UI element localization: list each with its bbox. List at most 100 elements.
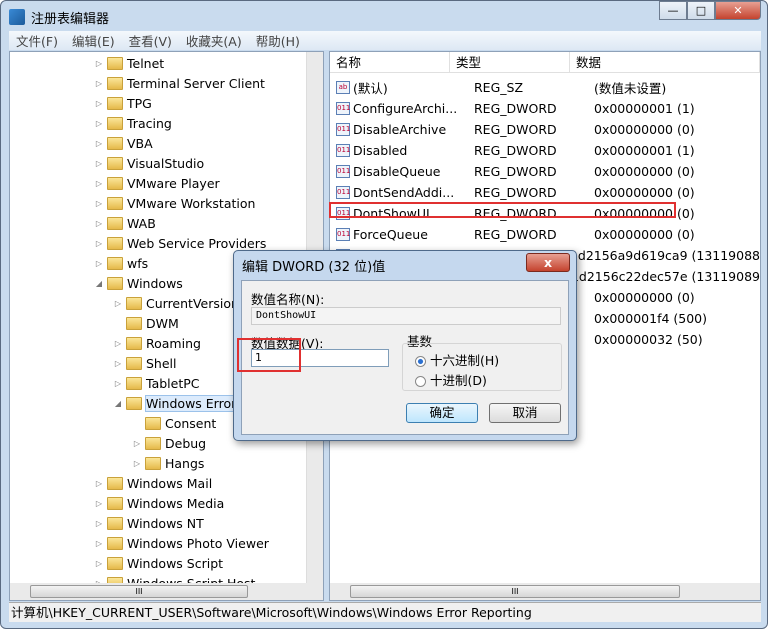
- expander-icon[interactable]: ▷: [94, 99, 104, 108]
- menu-item[interactable]: 文件(F): [9, 31, 65, 50]
- regedit-icon: [9, 9, 25, 25]
- expander-icon[interactable]: ▷: [94, 179, 104, 188]
- tree-item[interactable]: ▷ VisualStudio: [94, 153, 204, 173]
- expander-icon[interactable]: ▷: [94, 559, 104, 568]
- expander-icon[interactable]: ▷: [94, 79, 104, 88]
- tree-item-label: DWM: [146, 315, 179, 331]
- tree-item-label: VMware Player: [127, 175, 220, 191]
- value-row[interactable]: 011 DisableArchive REG_DWORD 0x00000000 (0): [330, 119, 760, 140]
- ok-button[interactable]: 确定: [406, 403, 478, 423]
- column-name[interactable]: 名称: [330, 52, 450, 72]
- close-button[interactable]: ✕: [715, 1, 761, 20]
- tree-item[interactable]: ▷ WAB: [94, 213, 156, 233]
- tree-item[interactable]: DWM: [113, 313, 179, 333]
- tree-item[interactable]: ▷ Terminal Server Client: [94, 73, 265, 93]
- minimize-button[interactable]: —: [659, 1, 687, 20]
- tree-item[interactable]: ◢ Windows: [94, 273, 183, 293]
- tree-item[interactable]: ▷ wfs: [94, 253, 148, 273]
- expander-icon[interactable]: ▷: [94, 199, 104, 208]
- tree-item[interactable]: ▷ VMware Player: [94, 173, 220, 193]
- expander-icon[interactable]: ▷: [113, 359, 123, 368]
- folder-icon: [107, 116, 123, 130]
- value-data: 0x00000000 (0): [594, 164, 695, 179]
- radio-selected-icon: [415, 356, 426, 367]
- tree-item[interactable]: ▷ VBA: [94, 133, 153, 153]
- value-row[interactable]: 011 Disabled REG_DWORD 0x00000001 (1): [330, 140, 760, 161]
- tree-item[interactable]: ▷ Windows NT: [94, 513, 204, 533]
- value-row[interactable]: ab (默认) REG_SZ (数值未设置): [330, 77, 760, 98]
- hex-radio[interactable]: 十六进制(H): [415, 350, 499, 369]
- expander-icon[interactable]: ▷: [94, 139, 104, 148]
- edit-dword-dialog: 编辑 DWORD (32 位)值 x 数值名称(N): DontShowUI 数…: [233, 250, 577, 441]
- tree-item[interactable]: ▷ Tracing: [94, 113, 172, 133]
- tree-item[interactable]: ▷ Windows Script: [94, 553, 223, 573]
- tree-item[interactable]: ◢ Windows Error: [113, 393, 238, 413]
- folder-icon: [107, 96, 123, 110]
- menu-item[interactable]: 编辑(E): [65, 31, 122, 50]
- folder-icon: [126, 296, 142, 310]
- expander-icon[interactable]: ▷: [94, 159, 104, 168]
- tree-item[interactable]: ▷ Telnet: [94, 53, 164, 73]
- expander-icon[interactable]: ◢: [94, 279, 104, 288]
- menu-item[interactable]: 收藏夹(A): [179, 31, 249, 50]
- tree-item[interactable]: ▷ Debug: [132, 433, 206, 453]
- column-type[interactable]: 类型: [450, 52, 570, 72]
- tree-item-label: Tracing: [127, 115, 172, 131]
- tree-item-label: Terminal Server Client: [127, 75, 265, 91]
- tree-item-label: Debug: [165, 435, 207, 451]
- folder-icon: [107, 176, 123, 190]
- menu-item[interactable]: 帮助(H): [249, 31, 307, 50]
- folder-icon: [107, 276, 123, 290]
- tree-item[interactable]: ▷ TPG: [94, 93, 152, 113]
- values-horizontal-scrollbar[interactable]: III: [330, 583, 760, 600]
- tree-item[interactable]: ▷ TabletPC: [113, 373, 200, 393]
- value-row[interactable]: 011 ConfigureArchi... REG_DWORD 0x00000001 …: [330, 98, 760, 119]
- cancel-button[interactable]: 取消: [489, 403, 561, 423]
- dialog-close-button[interactable]: x: [526, 253, 570, 272]
- tree-item-label: WAB: [127, 215, 156, 231]
- expander-icon[interactable]: ▷: [132, 459, 142, 468]
- tree-item[interactable]: ▷ Windows Photo Viewer: [94, 533, 269, 553]
- tree-item[interactable]: ▷ Shell: [113, 353, 177, 373]
- expander-icon[interactable]: ▷: [94, 219, 104, 228]
- value-type: REG_DWORD: [474, 101, 557, 116]
- tree-item[interactable]: ▷ CurrentVersion: [113, 293, 239, 313]
- value-data: 0x1d2156c22dec57e (13119089: [555, 269, 760, 284]
- value-data: 0x00000032 (50): [594, 332, 703, 347]
- maximize-button[interactable]: □: [687, 1, 715, 20]
- expander-icon[interactable]: ▷: [94, 499, 104, 508]
- value-row[interactable]: 011 ForceQueue REG_DWORD 0x00000000 (0): [330, 224, 760, 245]
- tree-item[interactable]: ▷ Windows Media: [94, 493, 224, 513]
- value-row[interactable]: 011 DisableQueue REG_DWORD 0x00000000 (0): [330, 161, 760, 182]
- expander-icon[interactable]: ▷: [94, 479, 104, 488]
- expander-icon[interactable]: ◢: [113, 399, 123, 408]
- tree-item-label: VBA: [127, 135, 153, 151]
- value-type: REG_DWORD: [474, 164, 557, 179]
- tree-item[interactable]: ▷ Hangs: [132, 453, 205, 473]
- expander-icon[interactable]: ▷: [132, 439, 142, 448]
- column-data[interactable]: 数据: [570, 52, 760, 72]
- dec-radio[interactable]: 十进制(D): [415, 370, 487, 389]
- tree-item[interactable]: Consent: [132, 413, 216, 433]
- expander-icon[interactable]: ▷: [113, 379, 123, 388]
- expander-icon[interactable]: ▷: [94, 239, 104, 248]
- folder-icon: [126, 376, 142, 390]
- window-title: 注册表编辑器: [31, 11, 110, 27]
- tree-item[interactable]: ▷ Windows Mail: [94, 473, 212, 493]
- expander-icon[interactable]: ▷: [113, 299, 123, 308]
- expander-icon[interactable]: ▷: [94, 519, 104, 528]
- value-name: DisableQueue: [353, 164, 441, 179]
- expander-icon[interactable]: ▷: [113, 339, 123, 348]
- expander-icon[interactable]: ▷: [94, 259, 104, 268]
- radio-icon: [415, 376, 426, 387]
- tree-horizontal-scrollbar[interactable]: III: [10, 583, 323, 600]
- expander-icon[interactable]: ▷: [94, 59, 104, 68]
- tree-item[interactable]: ▷ Roaming: [113, 333, 201, 353]
- tree-item-label: CurrentVersion: [146, 295, 239, 311]
- menu-item[interactable]: 查看(V): [122, 31, 179, 50]
- tree-item[interactable]: ▷ VMware Workstation: [94, 193, 256, 213]
- title-bar: 注册表编辑器: [9, 7, 109, 27]
- expander-icon[interactable]: ▷: [94, 119, 104, 128]
- expander-icon[interactable]: ▷: [94, 539, 104, 548]
- value-row[interactable]: 011 DontSendAddi... REG_DWORD 0x00000000 (0…: [330, 182, 760, 203]
